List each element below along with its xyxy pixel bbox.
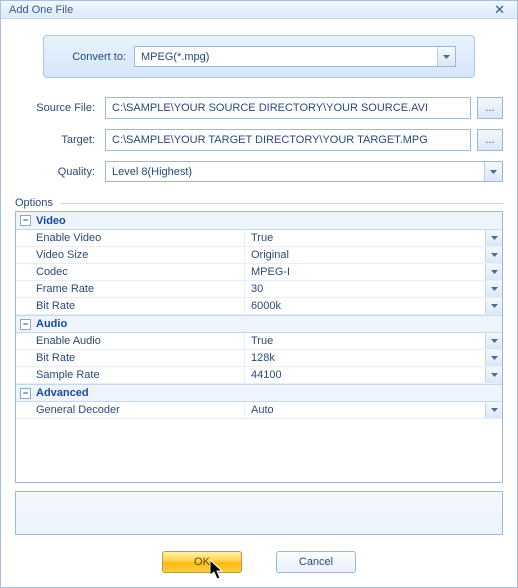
property-row[interactable]: Sample Rate44100 (16, 367, 502, 384)
property-name: Bit Rate (16, 298, 245, 314)
target-label: Target: (15, 134, 105, 146)
ok-label: OK (194, 556, 210, 568)
property-name: Video Size (16, 247, 245, 263)
property-value[interactable]: MPEG-I (245, 264, 502, 280)
convert-to-value: MPEG(*.mpg) (141, 51, 209, 63)
cancel-label: Cancel (299, 556, 333, 568)
convert-to-select[interactable]: MPEG(*.mpg) (134, 46, 456, 67)
property-value[interactable]: True (245, 333, 502, 349)
source-file-label: Source File: (15, 102, 105, 114)
chevron-down-icon[interactable] (484, 162, 502, 181)
property-row[interactable]: Frame Rate30 (16, 281, 502, 298)
options-label-text: Options (15, 197, 53, 209)
property-name: Codec (16, 264, 245, 280)
cancel-button[interactable]: Cancel (276, 551, 356, 573)
quality-select[interactable]: Level 8(Highest) (105, 161, 503, 182)
dialog-window: Add One File ✕ Convert to: MPEG(*.mpg) S… (0, 0, 518, 588)
divider (61, 203, 503, 204)
quality-value: Level 8(Highest) (112, 166, 192, 178)
category-header[interactable]: −Video (16, 212, 502, 230)
property-row[interactable]: Enable AudioTrue (16, 333, 502, 350)
chevron-down-icon[interactable] (485, 367, 502, 383)
chevron-down-icon[interactable] (485, 281, 502, 297)
target-input[interactable] (105, 129, 471, 151)
property-name: Enable Audio (16, 333, 245, 349)
chevron-down-icon[interactable] (485, 333, 502, 349)
property-name: General Decoder (16, 402, 245, 418)
chevron-down-icon[interactable] (485, 298, 502, 314)
dialog-body: Convert to: MPEG(*.mpg) Source File: ...… (1, 19, 517, 587)
ellipsis-icon: ... (485, 102, 494, 114)
property-name: Bit Rate (16, 350, 245, 366)
property-value[interactable]: 44100 (245, 367, 502, 383)
property-grid[interactable]: −VideoEnable VideoTrueVideo SizeOriginal… (15, 211, 503, 483)
category-name: Audio (36, 318, 67, 330)
property-value[interactable]: 6000k (245, 298, 502, 314)
property-row[interactable]: Bit Rate128k (16, 350, 502, 367)
chevron-down-icon[interactable] (485, 350, 502, 366)
source-file-input[interactable] (105, 97, 471, 119)
property-row[interactable]: Bit Rate6000k (16, 298, 502, 315)
convert-panel: Convert to: MPEG(*.mpg) (43, 35, 475, 78)
chevron-down-icon[interactable] (485, 402, 502, 418)
source-file-row: Source File: ... (15, 97, 503, 119)
property-row[interactable]: Enable VideoTrue (16, 230, 502, 247)
property-value[interactable]: True (245, 230, 502, 246)
convert-to-label: Convert to: (62, 51, 134, 63)
options-header: Options (15, 197, 503, 209)
quality-row: Quality: Level 8(Highest) (15, 161, 503, 182)
ok-button[interactable]: OK (162, 551, 242, 573)
title-bar[interactable]: Add One File ✕ (1, 1, 517, 19)
property-row[interactable]: Video SizeOriginal (16, 247, 502, 264)
collapse-icon[interactable]: − (20, 388, 31, 399)
property-value[interactable]: 128k (245, 350, 502, 366)
property-value[interactable]: Auto (245, 402, 502, 418)
category-name: Video (36, 215, 66, 227)
property-name: Enable Video (16, 230, 245, 246)
chevron-down-icon[interactable] (485, 247, 502, 263)
chevron-down-icon[interactable] (437, 47, 455, 66)
category-header[interactable]: −Advanced (16, 384, 502, 402)
target-row: Target: ... (15, 129, 503, 151)
quality-label: Quality: (15, 166, 105, 178)
property-value[interactable]: Original (245, 247, 502, 263)
close-icon[interactable]: ✕ (490, 2, 509, 18)
property-value[interactable]: 30 (245, 281, 502, 297)
property-name: Frame Rate (16, 281, 245, 297)
property-row[interactable]: CodecMPEG-I (16, 264, 502, 281)
chevron-down-icon[interactable] (485, 230, 502, 246)
collapse-icon[interactable]: − (20, 215, 31, 226)
ellipsis-icon: ... (485, 134, 494, 146)
property-row[interactable]: General DecoderAuto (16, 402, 502, 419)
collapse-icon[interactable]: − (20, 319, 31, 330)
category-header[interactable]: −Audio (16, 315, 502, 333)
browse-target-button[interactable]: ... (477, 129, 503, 151)
button-row: OK Cancel (15, 551, 503, 573)
property-name: Sample Rate (16, 367, 245, 383)
description-panel (15, 491, 503, 535)
chevron-down-icon[interactable] (485, 264, 502, 280)
browse-source-button[interactable]: ... (477, 97, 503, 119)
window-title: Add One File (9, 4, 73, 16)
category-name: Advanced (36, 387, 89, 399)
